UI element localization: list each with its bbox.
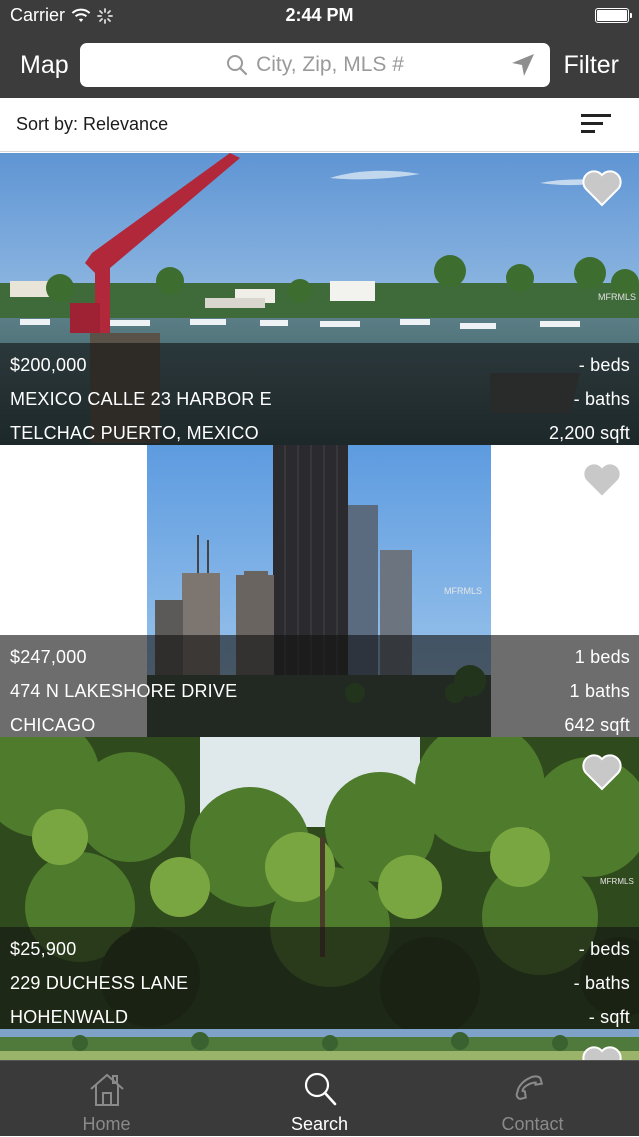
listing-info-overlay: $25,900 - beds 229 DUCHESS LANE - baths … xyxy=(0,927,639,1029)
battery-icon xyxy=(595,8,632,23)
listing-city: HOHENWALD xyxy=(10,1007,129,1027)
listing-info-overlay: $200,000 - beds MEXICO CALLE 23 HARBOR E… xyxy=(0,343,639,445)
tab-search[interactable]: Search xyxy=(213,1061,426,1137)
tab-search-label: Search xyxy=(290,1114,349,1134)
favorite-heart-icon[interactable] xyxy=(581,753,623,791)
tab-home-label: Home xyxy=(82,1114,131,1134)
search-icon xyxy=(227,55,248,76)
tab-contact[interactable]: Contact xyxy=(426,1061,639,1137)
nav-bar: Map City, Zip, MLS # Filter xyxy=(0,32,639,98)
search-placeholder: City, Zip, MLS # xyxy=(256,53,404,76)
tab-contact-label: Contact xyxy=(501,1114,564,1134)
favorite-heart-icon[interactable] xyxy=(581,461,623,499)
listing-sqft: 2,200 sqft xyxy=(548,423,630,443)
listing-city: CHICAGO xyxy=(10,715,96,735)
filter-button[interactable]: Filter xyxy=(563,51,619,80)
magnifier-icon xyxy=(304,1072,336,1106)
listing-info-overlay: $247,000 1 beds 474 N LAKESHORE DRIVE 1 … xyxy=(0,635,639,737)
listing-beds: 1 beds xyxy=(574,647,630,667)
listing-price: $247,000 xyxy=(10,647,87,667)
listing-address: MEXICO CALLE 23 HARBOR E xyxy=(10,389,272,409)
status-bar: Carrier 2:44 PM xyxy=(0,0,639,32)
listing-price: $25,900 xyxy=(10,939,77,959)
listing-address: 229 DUCHESS LANE xyxy=(10,973,189,993)
sort-bar: Sort by: Relevance xyxy=(0,98,639,152)
listing-row-price: $25,900 - beds xyxy=(10,939,630,963)
listing-card[interactable]: MFRMLS $200,000 - beds MEXICO CALLE 23 H… xyxy=(0,153,639,445)
listing-address: 474 N LAKESHORE DRIVE xyxy=(10,681,238,701)
listing-photo-golf xyxy=(0,1029,639,1060)
listing-beds: - beds xyxy=(578,939,630,959)
listing-row-city: HOHENWALD - sqft xyxy=(10,1007,630,1029)
status-time: 2:44 PM xyxy=(285,5,354,25)
sort-label[interactable]: Sort by: Relevance xyxy=(16,114,168,135)
listing-card[interactable]: MFRMLS $25,900 - beds 229 DUCHESS LANE -… xyxy=(0,737,639,1029)
phone-icon xyxy=(515,1075,543,1101)
svg-text:MFRMLS: MFRMLS xyxy=(444,586,482,596)
listing-sqft: - sqft xyxy=(588,1007,630,1027)
listing-row-city: CHICAGO 642 sqft xyxy=(10,715,630,737)
listing-row-address: MEXICO CALLE 23 HARBOR E - baths xyxy=(10,389,630,413)
listing-row-city: TELCHAC PUERTO, MEXICO 2,200 sqft xyxy=(10,423,630,445)
listing-sqft: 642 sqft xyxy=(564,715,630,735)
favorite-heart-icon[interactable] xyxy=(581,169,623,207)
location-arrow-icon[interactable] xyxy=(510,52,536,78)
listing-card[interactable]: MFRMLS $247,000 1 beds 474 N LAKESHORE D… xyxy=(0,445,639,737)
listing-card-partial[interactable] xyxy=(0,1029,639,1060)
map-button[interactable]: Map xyxy=(20,51,69,80)
listing-city: TELCHAC PUERTO, MEXICO xyxy=(10,423,259,443)
search-input[interactable]: City, Zip, MLS # xyxy=(80,43,550,87)
listing-beds: - beds xyxy=(578,355,630,375)
listing-row-price: $247,000 1 beds xyxy=(10,647,630,671)
tab-home[interactable]: Home xyxy=(0,1061,213,1137)
listing-baths: 1 baths xyxy=(569,681,630,701)
listing-row-price: $200,000 - beds xyxy=(10,355,630,379)
sort-lines-icon[interactable] xyxy=(581,112,611,136)
listing-row-address: 229 DUCHESS LANE - baths xyxy=(10,973,630,997)
listing-price: $200,000 xyxy=(10,355,87,375)
svg-text:MFRMLS: MFRMLS xyxy=(600,877,634,886)
search-inner: City, Zip, MLS # xyxy=(80,43,550,87)
house-icon xyxy=(89,1073,124,1106)
svg-text:MFRMLS: MFRMLS xyxy=(598,292,636,302)
listing-row-address: 474 N LAKESHORE DRIVE 1 baths xyxy=(10,681,630,705)
listing-baths: - baths xyxy=(573,389,630,409)
favorite-heart-icon[interactable] xyxy=(581,1045,623,1060)
tab-bar: Home Search Contact xyxy=(0,1060,639,1136)
listing-baths: - baths xyxy=(573,973,630,993)
